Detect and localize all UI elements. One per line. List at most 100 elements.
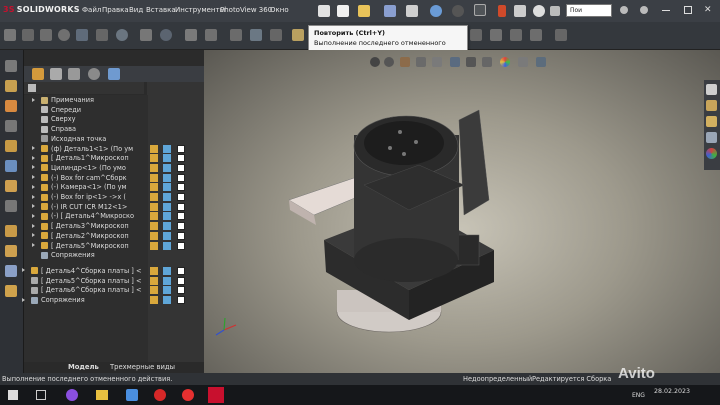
appearance-icon[interactable] — [163, 266, 171, 275]
zoom-to-fit-icon[interactable] — [370, 57, 380, 67]
visibility-toggle-icon[interactable] — [177, 163, 185, 172]
appearance-icon[interactable] — [163, 222, 171, 231]
sweep-icon[interactable] — [510, 29, 522, 41]
tree-item[interactable]: [ Деталь5^Сборка платы ] < — [30, 276, 142, 286]
visibility-toggle-icon[interactable] — [177, 296, 185, 304]
visibility-toggle-icon[interactable] — [177, 222, 185, 231]
pattern-icon[interactable] — [185, 29, 197, 41]
open-icon[interactable] — [358, 5, 370, 17]
visibility-toggle-icon[interactable] — [177, 144, 185, 153]
tree-item[interactable]: (ф) Деталь1<1> (По ум — [32, 144, 133, 154]
expand-arrow-icon[interactable] — [22, 268, 25, 273]
undo-icon[interactable] — [430, 5, 442, 17]
display-state-icon[interactable] — [150, 231, 158, 240]
move-entities-icon[interactable] — [230, 29, 242, 41]
appearance-icon[interactable] — [163, 193, 171, 201]
appearance-icon[interactable] — [163, 163, 171, 172]
display-state-icon[interactable] — [150, 266, 158, 275]
fillet-icon[interactable] — [160, 29, 172, 41]
menu-insert[interactable]: Вставка — [146, 6, 176, 14]
display-state-icon[interactable] — [150, 154, 158, 163]
appearance-icon[interactable] — [163, 144, 171, 153]
linear-pattern-icon[interactable] — [5, 140, 17, 152]
help-icon[interactable] — [640, 6, 648, 14]
file-explorer-icon[interactable] — [706, 116, 717, 127]
spline-icon[interactable] — [270, 29, 282, 41]
visibility-toggle-icon[interactable] — [177, 154, 185, 163]
tree-item[interactable]: (-) IR CUT ICR M12<1> — [32, 202, 127, 212]
tree-item[interactable]: Сверху — [40, 114, 76, 124]
maximize-icon[interactable] — [684, 6, 692, 14]
property-manager-tab-icon[interactable] — [50, 68, 62, 80]
extrude-icon[interactable] — [470, 29, 482, 41]
revolve-icon[interactable] — [490, 29, 502, 41]
tree-item[interactable]: Исходная точка — [40, 134, 106, 144]
display-state-icon[interactable] — [150, 222, 158, 231]
resources-icon[interactable] — [706, 84, 717, 95]
view-palette-icon[interactable] — [706, 132, 717, 143]
expand-arrow-icon[interactable] — [32, 175, 35, 180]
tree-item[interactable]: Примечания — [32, 95, 94, 105]
show-hidden-icon[interactable] — [5, 200, 17, 212]
visibility-toggle-icon[interactable] — [177, 193, 185, 201]
new-document-icon[interactable] — [337, 5, 349, 17]
section-view-icon[interactable] — [416, 57, 426, 67]
select-arrow-icon[interactable] — [474, 4, 486, 16]
circle-icon[interactable] — [58, 29, 70, 41]
tree-item[interactable]: [ Деталь1^Микроскоп — [32, 153, 129, 163]
appearance-icon[interactable] — [163, 154, 171, 163]
component-preview-icon[interactable] — [5, 120, 17, 132]
tree-item[interactable]: Справа — [40, 124, 76, 134]
tree-item[interactable]: [ Деталь3^Микроскоп — [32, 221, 129, 231]
tree-item[interactable]: Спереди — [40, 105, 81, 115]
visibility-toggle-icon[interactable] — [177, 241, 185, 250]
display-state-icon[interactable] — [150, 202, 158, 211]
visibility-toggle-icon[interactable] — [177, 173, 185, 182]
system-date[interactable]: 28.02.2023 — [654, 388, 690, 395]
menu-file[interactable]: Файл — [82, 6, 101, 14]
appearance-icon[interactable] — [163, 296, 171, 304]
mail-icon[interactable] — [126, 389, 138, 401]
view-settings-icon[interactable] — [536, 57, 546, 67]
menu-window[interactable]: Окно — [270, 6, 289, 14]
close-icon[interactable]: ✕ — [704, 5, 714, 15]
menu-edit[interactable]: Правка — [102, 6, 129, 14]
expand-arrow-icon[interactable] — [32, 184, 35, 189]
feature-tree-tab-icon[interactable] — [32, 68, 44, 80]
zoom-area-icon[interactable] — [384, 57, 394, 67]
design-library-icon[interactable] — [706, 100, 717, 111]
sketch-icon[interactable] — [4, 29, 16, 41]
tree-item[interactable]: (-) [ Деталь4^Микроско — [32, 211, 134, 221]
relations-icon[interactable] — [205, 29, 217, 41]
options-list-icon[interactable] — [514, 5, 526, 17]
solidworks-taskbar-icon[interactable] — [208, 387, 224, 403]
tree-item[interactable]: [ Деталь5^Микроскоп — [32, 241, 129, 251]
tab-3d-views[interactable]: Трехмерные виды — [110, 363, 175, 371]
traffic-light-icon[interactable] — [498, 5, 506, 17]
tree-item[interactable]: (-) Box for cam^Сборк — [32, 173, 127, 183]
visibility-toggle-icon[interactable] — [177, 286, 185, 295]
yandex-icon[interactable] — [182, 389, 194, 401]
task-view-icon[interactable] — [36, 390, 46, 400]
dimxpert-tab-icon[interactable] — [88, 68, 100, 80]
visibility-toggle-icon[interactable] — [177, 231, 185, 240]
mirror-icon[interactable] — [140, 29, 152, 41]
expand-arrow-icon[interactable] — [32, 194, 35, 199]
hide-show-items-icon[interactable] — [482, 57, 492, 67]
display-state-icon[interactable] — [150, 193, 158, 201]
explorer-icon[interactable] — [96, 390, 108, 400]
mate-icon[interactable] — [5, 100, 17, 112]
language-indicator[interactable]: ENG — [632, 392, 645, 399]
display-state-icon[interactable] — [150, 276, 158, 285]
menu-view[interactable]: Вид — [129, 6, 143, 14]
tree-item[interactable]: Сопряжения — [22, 295, 85, 305]
loft-icon[interactable] — [530, 29, 542, 41]
display-state-icon[interactable] — [150, 212, 158, 221]
new-motion-study-icon[interactable] — [5, 265, 17, 277]
move-component-icon[interactable] — [5, 180, 17, 192]
tree-item[interactable]: [ Деталь4^Сборка платы ] < — [22, 266, 142, 276]
previous-view-icon[interactable] — [400, 57, 410, 67]
display-state-icon[interactable] — [150, 286, 158, 295]
tab-model[interactable]: Модель — [68, 363, 99, 371]
visibility-toggle-icon[interactable] — [177, 212, 185, 221]
